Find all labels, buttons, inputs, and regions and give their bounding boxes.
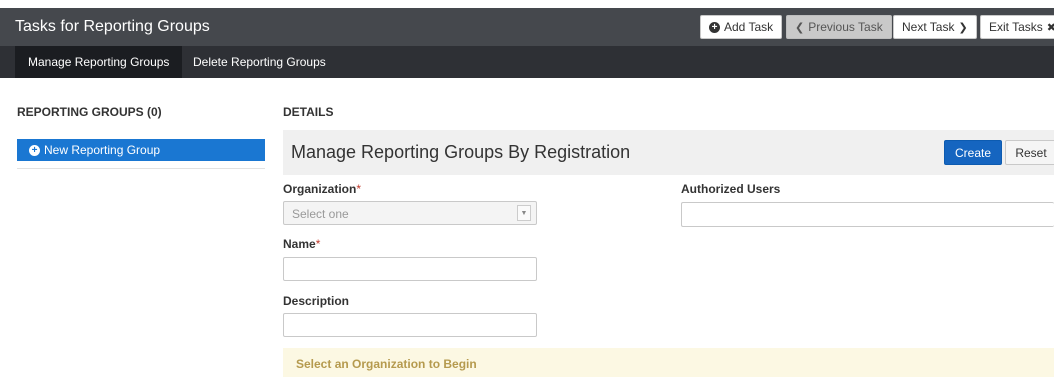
notice-text: Select an Organization to Begin	[296, 357, 477, 371]
chevron-down-icon: ▼	[517, 205, 531, 221]
required-mark: *	[315, 237, 321, 251]
tab-label: Manage Reporting Groups	[28, 55, 170, 69]
required-mark: *	[356, 182, 362, 196]
create-button[interactable]: Create	[944, 140, 1002, 165]
details-title-bar: Manage Reporting Groups By Registration …	[283, 130, 1054, 175]
task-header-bar: Tasks for Reporting Groups + Add Task ❮ …	[0, 8, 1054, 46]
plus-circle-icon: +	[29, 144, 40, 156]
plus-circle-icon: +	[709, 21, 720, 33]
reset-button[interactable]: Reset	[1005, 140, 1054, 165]
sub-navigation: Manage Reporting Groups Delete Reporting…	[0, 46, 1054, 78]
previous-task-label: Previous Task	[808, 20, 883, 34]
new-reporting-group-label: New Reporting Group	[44, 143, 161, 157]
close-icon: ✖	[1046, 21, 1054, 34]
exit-tasks-label: Exit Tasks	[989, 20, 1043, 34]
details-heading: DETAILS	[283, 105, 334, 119]
header-title: Tasks for Reporting Groups	[15, 18, 210, 35]
authorized-users-label: Authorized Users	[681, 182, 781, 196]
add-task-button[interactable]: + Add Task	[700, 15, 783, 39]
organization-placeholder: Select one	[292, 207, 349, 221]
exit-tasks-button[interactable]: Exit Tasks ✖	[980, 15, 1054, 39]
authorized-users-field[interactable]	[681, 202, 1054, 227]
description-label: Description	[283, 294, 350, 308]
notice-banner: Select an Organization to Begin	[283, 348, 1054, 377]
chevron-left-icon: ❮	[795, 21, 805, 34]
tab-manage-reporting-groups[interactable]: Manage Reporting Groups	[15, 46, 183, 78]
next-task-label: Next Task	[902, 20, 955, 34]
description-field[interactable]	[283, 313, 537, 337]
previous-task-button[interactable]: ❮ Previous Task	[786, 15, 892, 39]
reporting-groups-heading: REPORTING GROUPS (0)	[17, 105, 162, 119]
divider	[17, 168, 265, 169]
next-task-button[interactable]: Next Task ❯	[893, 15, 977, 39]
name-label: Name*	[283, 237, 321, 251]
chevron-right-icon: ❯	[958, 21, 968, 34]
new-reporting-group-button[interactable]: + New Reporting Group	[17, 139, 265, 161]
organization-label: Organization*	[283, 182, 362, 196]
organization-select[interactable]: Select one ▼	[283, 201, 537, 225]
tab-label: Delete Reporting Groups	[193, 55, 326, 69]
page-title: Manage Reporting Groups By Registration	[291, 142, 631, 162]
add-task-label: Add Task	[724, 20, 774, 34]
tab-delete-reporting-groups[interactable]: Delete Reporting Groups	[180, 46, 339, 78]
name-field[interactable]	[283, 257, 537, 281]
